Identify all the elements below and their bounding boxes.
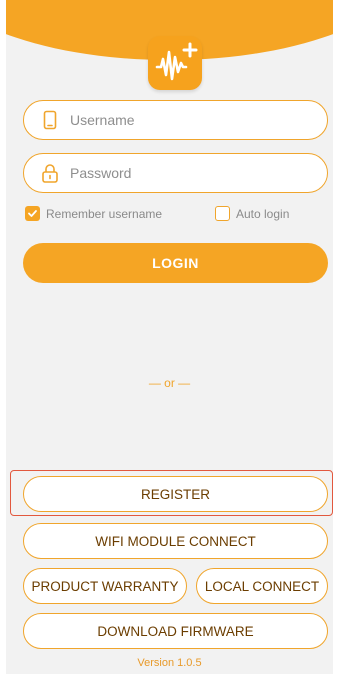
remember-username-label: Remember username [46, 206, 163, 221]
username-input[interactable] [70, 112, 290, 128]
auto-login-option[interactable]: Auto login [215, 206, 289, 221]
lock-icon [40, 163, 60, 183]
register-button[interactable]: REGISTER [23, 476, 328, 512]
password-input[interactable] [70, 165, 290, 181]
login-screen: Remember username Auto login LOGIN — or … [6, 0, 333, 674]
login-button[interactable]: LOGIN [23, 243, 328, 283]
password-field[interactable] [23, 153, 328, 193]
check-icon [28, 210, 37, 217]
auto-login-checkbox[interactable] [215, 206, 230, 221]
download-firmware-button[interactable]: DOWNLOAD FIRMWARE [23, 613, 328, 649]
auto-login-label: Auto login [236, 206, 290, 221]
remember-username-checkbox[interactable] [25, 206, 40, 221]
wifi-module-connect-button[interactable]: WIFI MODULE CONNECT [23, 523, 328, 559]
or-separator: — or — [148, 376, 191, 390]
version-text: Version 1.0.5 [137, 657, 202, 669]
remember-username-option[interactable]: Remember username [25, 206, 162, 221]
product-warranty-button[interactable]: PRODUCT WARRANTY [23, 568, 187, 604]
local-connect-button[interactable]: LOCAL CONNECT [196, 568, 328, 604]
phone-icon [40, 110, 60, 130]
username-field[interactable] [23, 100, 328, 140]
app-logo-icon [148, 36, 202, 90]
